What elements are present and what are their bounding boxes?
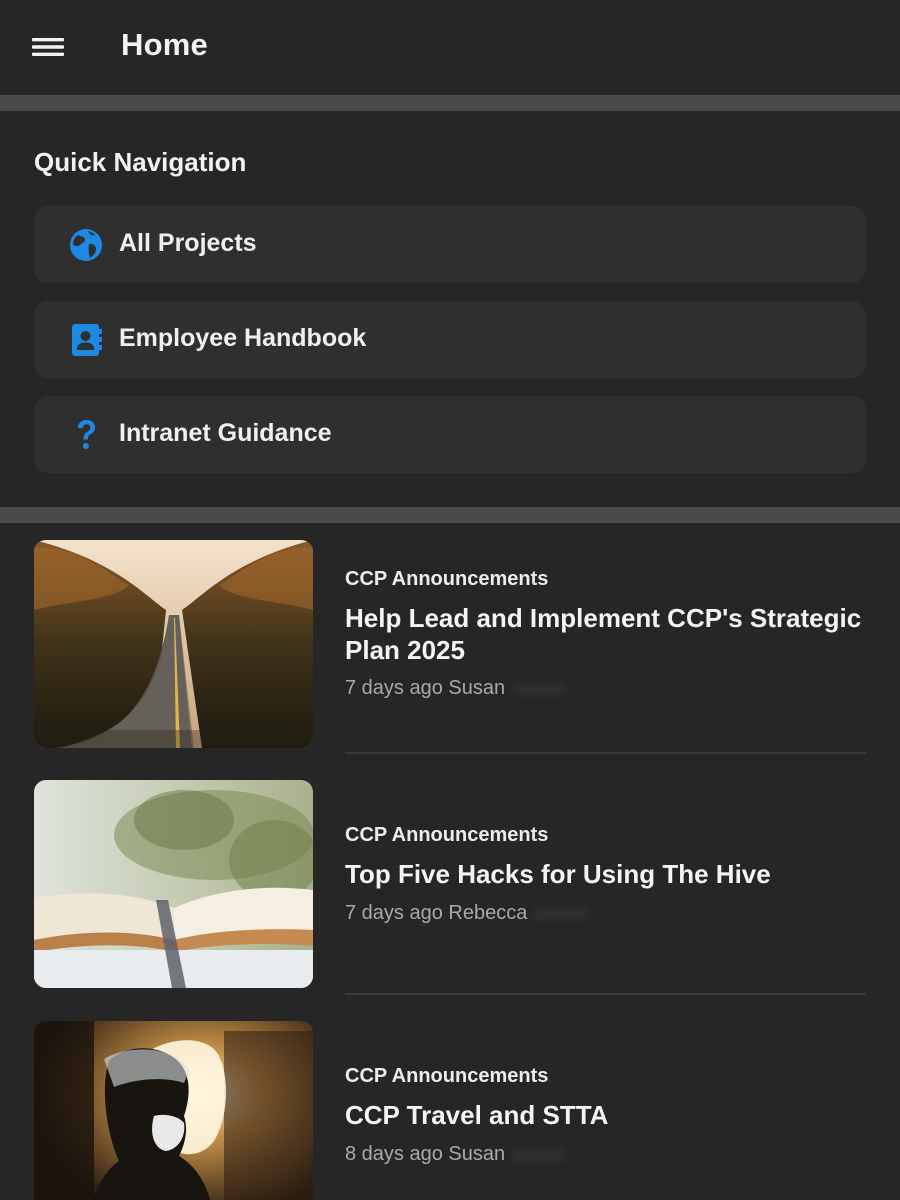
redacted-surname <box>533 906 590 921</box>
globe-icon <box>68 227 104 263</box>
question-mark-icon <box>68 417 104 453</box>
quick-nav-employee-handbook[interactable]: Employee Handbook <box>34 301 866 378</box>
article-time: 7 days ago <box>345 902 443 924</box>
contact-book-icon <box>68 322 104 358</box>
article-category: CCP Announcements <box>345 824 549 846</box>
hamburger-menu-icon[interactable] <box>22 26 72 68</box>
article-meta: 8 days ago Susan <box>345 1143 568 1166</box>
traveler-airplane-window-image <box>34 1021 313 1200</box>
article-author: Susan <box>448 677 506 699</box>
quick-navigation-title: Quick Navigation <box>34 147 247 177</box>
redacted-surname <box>511 681 568 696</box>
quick-nav-all-projects[interactable]: All Projects <box>34 206 866 283</box>
quick-nav-intranet-guidance[interactable]: Intranet Guidance <box>34 396 866 473</box>
quick-nav-label: Employee Handbook <box>119 324 367 352</box>
article-category: CCP Announcements <box>345 568 549 590</box>
quick-nav-label: Intranet Guidance <box>119 419 332 447</box>
article-meta: 7 days ago Rebecca <box>345 902 590 925</box>
article-category: CCP Announcements <box>345 1065 549 1087</box>
app-screen: Home Quick Navigation All Projects Emplo… <box>0 0 900 1200</box>
redacted-surname <box>511 1147 568 1162</box>
road-through-forest-image <box>34 540 313 748</box>
news-feed: CCP Announcements Help Lead and Implemen… <box>0 523 900 1200</box>
news-card[interactable]: CCP Announcements Help Lead and Implemen… <box>0 523 900 763</box>
article-title: CCP Travel and STTA <box>345 1100 609 1130</box>
page-title: Home <box>121 27 208 62</box>
news-card[interactable]: CCP Announcements CCP Travel and STTA 8 … <box>0 1004 900 1200</box>
article-author: Susan <box>448 1143 506 1165</box>
article-author: Rebecca <box>448 902 528 924</box>
article-divider <box>345 752 866 754</box>
app-bar: Home <box>0 0 900 95</box>
article-time: 8 days ago <box>345 1143 443 1165</box>
quick-nav-label: All Projects <box>119 229 257 257</box>
news-card[interactable]: CCP Announcements Top Five Hacks for Usi… <box>0 763 900 1003</box>
quick-navigation-section: Quick Navigation All Projects Employee H… <box>0 111 900 507</box>
article-meta: 7 days ago Susan <box>345 677 568 700</box>
article-time: 7 days ago <box>345 677 443 699</box>
article-title: Help Lead and Implement CCP's Strategic … <box>345 603 862 665</box>
article-divider <box>345 993 866 995</box>
section-divider <box>0 507 900 523</box>
article-title: Top Five Hacks for Using The Hive <box>345 859 771 889</box>
section-divider <box>0 95 900 111</box>
open-book-image <box>34 780 313 988</box>
